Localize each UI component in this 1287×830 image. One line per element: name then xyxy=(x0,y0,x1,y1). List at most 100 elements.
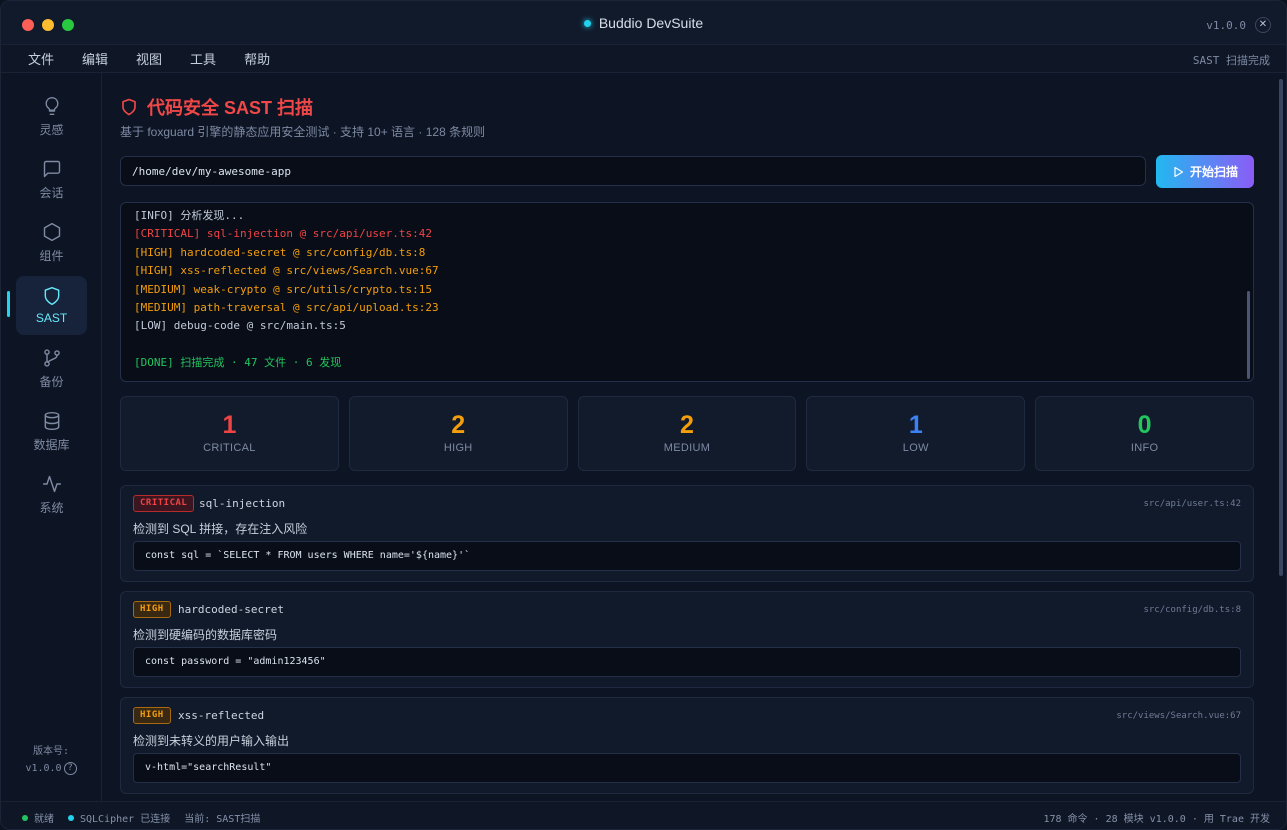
menu-view[interactable]: 视图 xyxy=(136,49,162,68)
finding-code: const password = "admin123456" xyxy=(133,647,1241,677)
page-title: 代码安全 SAST 扫描 xyxy=(120,94,313,120)
sidebar-item-label: 组件 xyxy=(39,248,64,263)
stat-low: 1 LOW xyxy=(806,396,1026,471)
sidebar-item-chat[interactable]: 会话 xyxy=(16,150,87,209)
shield-icon xyxy=(122,98,136,116)
severity-stats: 1 CRITICAL 2 HIGH 2 MEDIUM 1 LOW 0 INFO xyxy=(120,396,1254,471)
version-value: v1.0.0 xyxy=(25,763,62,774)
finding-code: v-html="searchResult" xyxy=(133,753,1241,783)
finding-card[interactable]: CRITICAL sql-injection src/api/user.ts:4… xyxy=(120,485,1254,582)
status-db: SQLCipher 已连接 xyxy=(68,810,170,825)
finding-card[interactable]: HIGH xss-reflected src/views/Search.vue:… xyxy=(120,697,1254,794)
status-db-text: SQLCipher 已连接 xyxy=(80,814,171,825)
sidebar-item-label: 会话 xyxy=(39,185,64,200)
menu-bar: 文件 编辑 视图 工具 帮助 SAST 扫描完成 xyxy=(1,45,1286,73)
stat-count: 2 xyxy=(680,411,694,439)
stat-label: HIGH xyxy=(443,442,473,454)
menu-edit[interactable]: 编辑 xyxy=(82,49,108,68)
finding-card[interactable]: HIGH hardcoded-secret src/config/db.ts:8… xyxy=(120,591,1254,688)
chat-icon xyxy=(43,160,60,177)
hexagon-icon xyxy=(43,222,60,241)
sidebar-version: 版本号: v1.0.0? xyxy=(1,743,101,777)
console-line: [LOW] debug-code @ src/main.ts:5 xyxy=(134,319,346,333)
version-value-row: v1.0.0? xyxy=(1,760,101,777)
play-icon xyxy=(1174,166,1184,177)
status-current: 当前: SAST扫描 xyxy=(184,814,261,825)
finding-location: src/views/Search.vue:67 xyxy=(1116,711,1241,721)
sidebar-item-components[interactable]: 组件 xyxy=(16,213,87,272)
sidebar-item-sast[interactable]: SAST xyxy=(16,276,87,335)
finding-rule: xss-reflected xyxy=(178,709,265,722)
ready-dot-icon xyxy=(22,814,28,821)
severity-badge: HIGH xyxy=(133,707,171,724)
stat-label: CRITICAL xyxy=(203,442,256,454)
app-title-text: Buddio DevSuite xyxy=(598,15,704,31)
stat-critical: 1 CRITICAL xyxy=(120,396,339,471)
status-ready-text: 就绪 xyxy=(34,814,54,825)
menu-help[interactable]: 帮助 xyxy=(244,49,270,68)
stat-label: INFO xyxy=(1130,442,1159,454)
page-title-text: 代码安全 SAST 扫描 xyxy=(147,98,314,118)
start-scan-button[interactable]: 开始扫描 xyxy=(1156,155,1254,188)
stat-label: MEDIUM xyxy=(663,442,711,454)
sidebar-item-label: 系统 xyxy=(39,500,64,515)
status-dot-icon xyxy=(583,19,591,27)
stat-count: 0 xyxy=(1137,411,1152,439)
page-subtitle: 基于 foxguard 引擎的静态应用安全测试 · 支持 10+ 语言 · 12… xyxy=(120,125,486,139)
console-line: [HIGH] xss-reflected @ src/views/Search.… xyxy=(134,264,439,278)
main-content: 代码安全 SAST 扫描 基于 foxguard 引擎的静态应用安全测试 · 支… xyxy=(103,73,1275,801)
stat-info: 0 INFO xyxy=(1035,396,1254,471)
status-right: 178 命令 · 28 模块 v1.0.0 · 用 Trae 开发 xyxy=(1043,814,1270,825)
status-bar: 就绪 SQLCipher 已连接 当前: SAST扫描 178 命令 · 28 … xyxy=(1,801,1286,829)
console-lines: [INFO] 分析发现... [CRITICAL] sql-injection … xyxy=(134,207,1233,373)
shield-icon xyxy=(44,286,59,306)
stat-count: 1 xyxy=(222,411,237,439)
status-left: 就绪 SQLCipher 已连接 当前: SAST扫描 xyxy=(22,810,274,825)
activity-icon xyxy=(42,475,61,492)
severity-badge: CRITICAL xyxy=(133,495,195,512)
help-icon[interactable]: ? xyxy=(63,761,77,775)
finding-description: 检测到硬编码的数据库密码 xyxy=(133,628,278,642)
app-title: Buddio DevSuite xyxy=(1,1,1286,45)
finding-location: src/config/db.ts:8 xyxy=(1143,605,1241,615)
database-icon xyxy=(44,411,59,430)
scan-console[interactable]: [INFO] 分析发现... [CRITICAL] sql-injection … xyxy=(120,202,1254,382)
close-icon[interactable]: ✕ xyxy=(1255,17,1271,33)
stat-medium: 2 MEDIUM xyxy=(577,396,797,471)
sidebar-item-label: 备份 xyxy=(39,374,64,389)
menu-tools[interactable]: 工具 xyxy=(190,49,216,68)
finding-rule: hardcoded-secret xyxy=(178,603,284,616)
scan-path-input[interactable] xyxy=(120,156,1146,186)
sidebar-item-label: 数据库 xyxy=(33,437,70,452)
menu-file[interactable]: 文件 xyxy=(28,49,54,68)
finding-rule: sql-injection xyxy=(199,497,286,510)
db-dot-icon xyxy=(68,814,74,821)
version-tag: v1.0.0 xyxy=(1206,19,1246,32)
console-line: [DONE] 扫描完成 · 47 文件 · 6 发现 xyxy=(134,356,342,370)
sidebar-item-database[interactable]: 数据库 xyxy=(16,402,87,461)
sidebar: 灵感 会话 组件 SAST 备份 数据库 系统 版本号: v1.0.0 ? xyxy=(1,73,102,801)
main-scrollbar[interactable] xyxy=(1279,79,1283,576)
stat-label: LOW xyxy=(902,442,929,454)
console-line: [HIGH] hardcoded-secret @ src/config/db.… xyxy=(134,245,426,259)
sidebar-item-inspiration[interactable]: 灵感 xyxy=(16,87,87,146)
start-scan-label: 开始扫描 xyxy=(1189,165,1238,179)
console-scrollbar[interactable] xyxy=(1247,291,1250,379)
version-label: 版本号: xyxy=(32,746,70,757)
sidebar-item-system[interactable]: 系统 xyxy=(16,465,87,524)
sidebar-item-label: SAST xyxy=(35,311,68,325)
findings-list: CRITICAL sql-injection src/api/user.ts:4… xyxy=(120,485,1254,801)
finding-description: 检测到 SQL 拼接，存在注入风险 xyxy=(133,522,308,536)
console-line: [MEDIUM] weak-crypto @ src/utils/crypto.… xyxy=(134,282,433,296)
git-branch-icon xyxy=(43,348,60,367)
stat-high: 2 HIGH xyxy=(348,396,568,471)
active-indicator xyxy=(7,291,10,317)
stat-count: 2 xyxy=(451,411,466,439)
menu-status-text: SAST 扫描完成 xyxy=(1192,54,1270,67)
sidebar-item-label: 灵感 xyxy=(39,122,64,137)
finding-code: const sql = `SELECT * FROM users WHERE n… xyxy=(133,541,1241,571)
console-line: [CRITICAL] sql-injection @ src/api/user.… xyxy=(134,227,433,241)
console-line: [MEDIUM] path-traversal @ src/api/upload… xyxy=(134,300,439,314)
sidebar-item-backup[interactable]: 备份 xyxy=(16,339,87,398)
